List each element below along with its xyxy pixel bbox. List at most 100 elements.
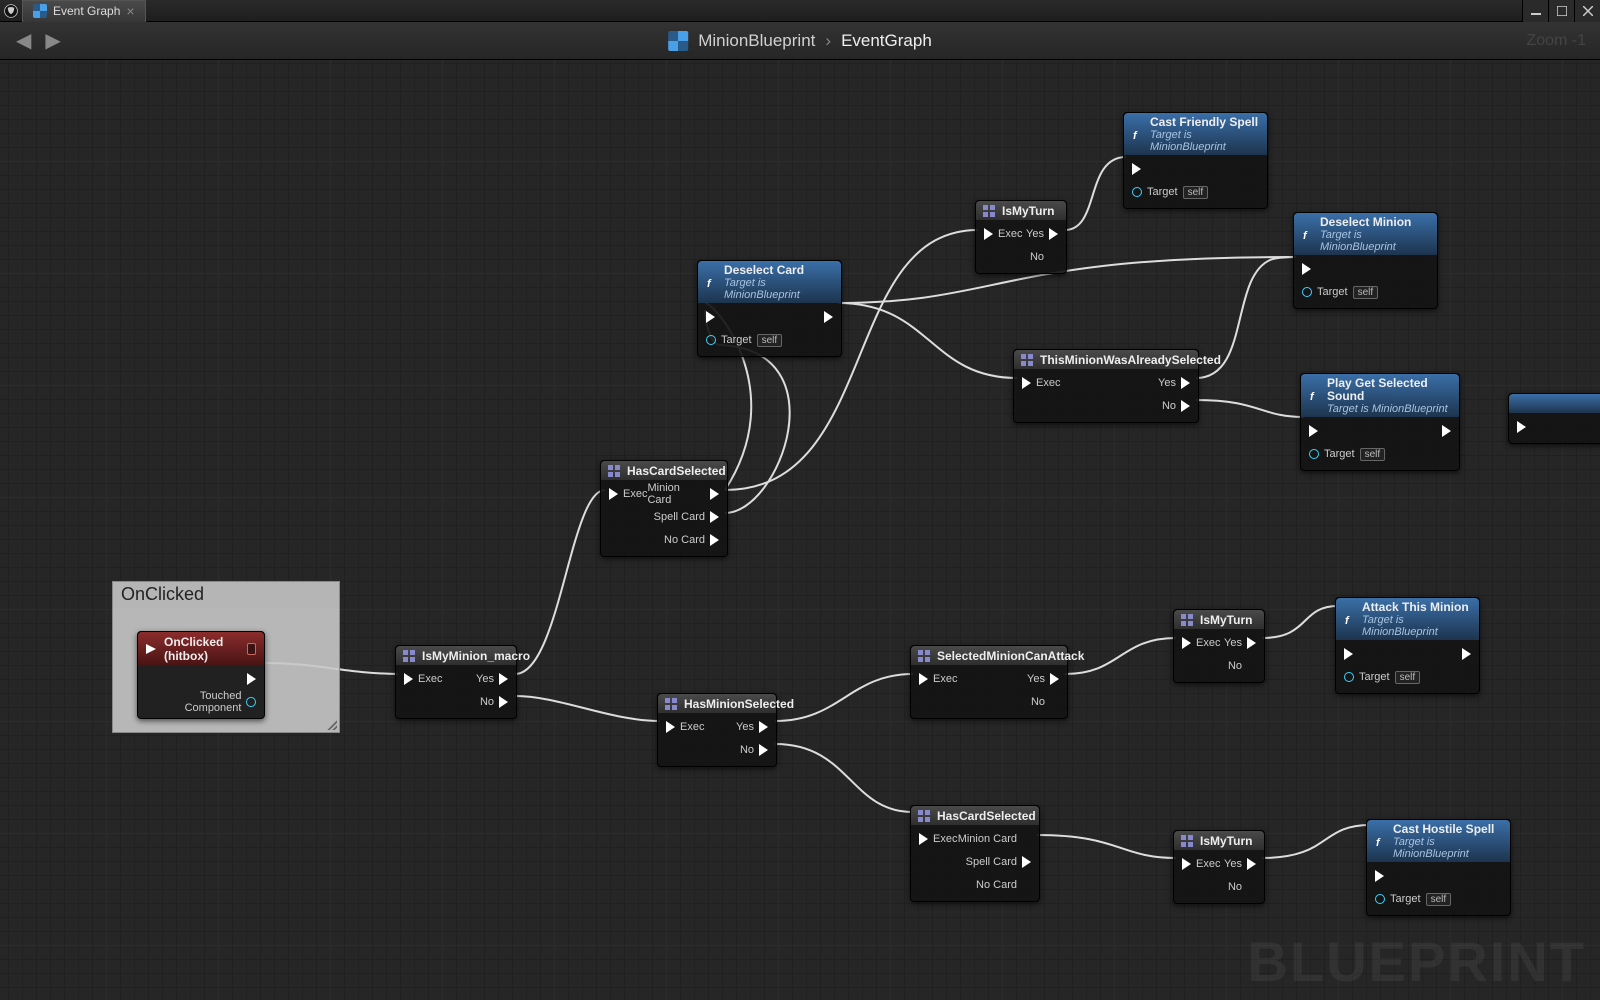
node-header[interactable]: SelectedMinionCanAttack <box>911 646 1067 665</box>
data-out-pin[interactable] <box>246 697 256 707</box>
comment-resize-handle[interactable] <box>325 718 337 730</box>
nav-back-icon[interactable]: ◀ <box>16 28 31 53</box>
self-pill[interactable]: self <box>1360 448 1386 461</box>
exec-out-pin[interactable] <box>247 673 256 685</box>
target-pin[interactable] <box>1132 187 1142 197</box>
exec-out-pin[interactable] <box>1493 870 1502 882</box>
self-pill[interactable]: self <box>1183 186 1209 199</box>
node-ismyturn-3[interactable]: IsMyTurn ExecYes No <box>1173 830 1265 904</box>
node-ismyminion-macro[interactable]: IsMyMinion_macro ExecYes No <box>395 645 517 719</box>
exec-out-pin[interactable] <box>1462 648 1471 660</box>
nav-forward-icon[interactable]: ▶ <box>45 28 60 53</box>
window-minimize-button[interactable] <box>1522 0 1548 22</box>
window-maximize-button[interactable] <box>1548 0 1574 22</box>
exec-no-pin[interactable] <box>1181 400 1190 412</box>
breadcrumb-graph[interactable]: EventGraph <box>841 31 932 51</box>
target-pin[interactable] <box>1309 449 1319 459</box>
exec-nocard-pin[interactable] <box>1022 879 1031 891</box>
window-close-button[interactable] <box>1574 0 1600 22</box>
exec-out-pin[interactable] <box>1420 263 1429 275</box>
node-header[interactable]: f Deselect CardTarget is MinionBlueprint <box>698 261 841 303</box>
exec-out-pin[interactable] <box>1442 425 1451 437</box>
self-pill[interactable]: self <box>757 334 783 347</box>
node-header[interactable]: OnClicked (hitbox) <box>138 632 264 665</box>
exec-no-pin[interactable] <box>1247 660 1256 672</box>
exec-in-pin[interactable] <box>1517 421 1526 433</box>
node-header[interactable]: f Deselect MinionTarget is MinionBluepri… <box>1294 213 1437 255</box>
tab-event-graph[interactable]: Event Graph × <box>22 0 146 22</box>
node-hascardselected-1[interactable]: HasCardSelected ExecMinion Card Spell Ca… <box>600 460 728 557</box>
exec-in-pin[interactable] <box>1309 425 1318 437</box>
exec-no-pin[interactable] <box>1050 696 1059 708</box>
node-header[interactable]: f Cast Friendly SpellTarget is MinionBlu… <box>1124 113 1267 155</box>
graph-canvas[interactable]: OnClicked OnClicked (hitbox) Touched Com… <box>0 60 1600 1000</box>
exec-yes-pin[interactable] <box>1049 228 1058 240</box>
exec-minioncard-pin[interactable] <box>1022 833 1031 845</box>
self-pill[interactable]: self <box>1426 893 1452 906</box>
exec-in-pin[interactable] <box>1022 377 1031 389</box>
exec-spellcard-pin[interactable] <box>710 511 719 523</box>
node-ismyturn-2[interactable]: IsMyTurn ExecYes No <box>1173 609 1265 683</box>
exec-spellcard-pin[interactable] <box>1022 856 1031 868</box>
delegate-pin-icon[interactable] <box>247 643 256 655</box>
exec-yes-pin[interactable] <box>499 673 508 685</box>
exec-in-pin[interactable] <box>919 833 928 845</box>
exec-out-pin[interactable] <box>1250 163 1259 175</box>
node-onclicked-hitbox[interactable]: OnClicked (hitbox) Touched Component <box>137 631 265 719</box>
node-deselect-minion[interactable]: f Deselect MinionTarget is MinionBluepri… <box>1293 212 1438 309</box>
node-header[interactable]: f Cast Hostile SpellTarget is MinionBlue… <box>1367 820 1510 862</box>
exec-no-pin[interactable] <box>759 744 768 756</box>
node-cast-friendly-spell[interactable]: f Cast Friendly SpellTarget is MinionBlu… <box>1123 112 1268 209</box>
exec-in-pin[interactable] <box>1375 870 1384 882</box>
node-play-get-selected-sound[interactable]: f Play Get Selected SoundTarget is Minio… <box>1300 373 1460 471</box>
exec-yes-pin[interactable] <box>1181 377 1190 389</box>
exec-nocard-pin[interactable] <box>710 534 719 546</box>
node-header[interactable]: HasMinionSelected <box>658 694 776 713</box>
exec-yes-pin[interactable] <box>1050 673 1059 685</box>
node-attack-this-minion[interactable]: f Attack This MinionTarget is MinionBlue… <box>1335 597 1480 694</box>
target-pin[interactable] <box>1344 672 1354 682</box>
exec-yes-pin[interactable] <box>1247 858 1256 870</box>
exec-no-pin[interactable] <box>1247 881 1256 893</box>
exec-minioncard-pin[interactable] <box>710 488 719 500</box>
node-thisminion-already-selected[interactable]: ThisMinionWasAlreadySelected ExecYes No <box>1013 349 1199 423</box>
exec-no-pin[interactable] <box>1049 251 1058 263</box>
exec-yes-pin[interactable] <box>759 721 768 733</box>
node-selectedminioncanattack[interactable]: SelectedMinionCanAttack ExecYes No <box>910 645 1068 719</box>
target-pin[interactable] <box>706 335 716 345</box>
self-pill[interactable]: self <box>1395 671 1421 684</box>
node-header[interactable]: IsMyTurn <box>976 201 1066 220</box>
node-hasminionselected[interactable]: HasMinionSelected ExecYes No <box>657 693 777 767</box>
node-header[interactable]: f Play Get Selected SoundTarget is Minio… <box>1301 374 1459 417</box>
tab-close-icon[interactable]: × <box>126 4 134 18</box>
node-cast-hostile-spell[interactable]: f Cast Hostile SpellTarget is MinionBlue… <box>1366 819 1511 916</box>
exec-no-pin[interactable] <box>499 696 508 708</box>
target-pin[interactable] <box>1302 287 1312 297</box>
node-header[interactable]: ThisMinionWasAlreadySelected <box>1014 350 1198 369</box>
breadcrumb-blueprint[interactable]: MinionBlueprint <box>698 31 815 51</box>
exec-yes-pin[interactable] <box>1247 637 1256 649</box>
node-header[interactable]: IsMyTurn <box>1174 610 1264 629</box>
self-pill[interactable]: self <box>1353 286 1379 299</box>
exec-in-pin[interactable] <box>1302 263 1311 275</box>
exec-in-pin[interactable] <box>919 673 928 685</box>
node-header[interactable]: HasCardSelected <box>911 806 1039 825</box>
exec-in-pin[interactable] <box>404 673 413 685</box>
node-deselect-card[interactable]: f Deselect CardTarget is MinionBlueprint… <box>697 260 842 357</box>
exec-out-pin[interactable] <box>824 311 833 323</box>
node-header[interactable]: IsMyMinion_macro <box>396 646 516 665</box>
exec-in-pin[interactable] <box>1344 648 1353 660</box>
node-header[interactable]: f Attack This MinionTarget is MinionBlue… <box>1336 598 1479 640</box>
exec-in-pin[interactable] <box>1182 858 1191 870</box>
exec-in-pin[interactable] <box>984 228 993 240</box>
node-ismyturn-1[interactable]: IsMyTurn ExecYes No <box>975 200 1067 274</box>
target-pin[interactable] <box>1375 894 1385 904</box>
node-hascardselected-2[interactable]: HasCardSelected ExecMinion Card Spell Ca… <box>910 805 1040 902</box>
comment-title[interactable]: OnClicked <box>113 582 339 609</box>
node-header[interactable] <box>1509 394 1600 413</box>
node-header[interactable]: IsMyTurn <box>1174 831 1264 850</box>
exec-in-pin[interactable] <box>609 488 618 500</box>
node-offscreen-right[interactable] <box>1508 393 1600 444</box>
exec-in-pin[interactable] <box>706 311 715 323</box>
exec-in-pin[interactable] <box>1132 163 1141 175</box>
